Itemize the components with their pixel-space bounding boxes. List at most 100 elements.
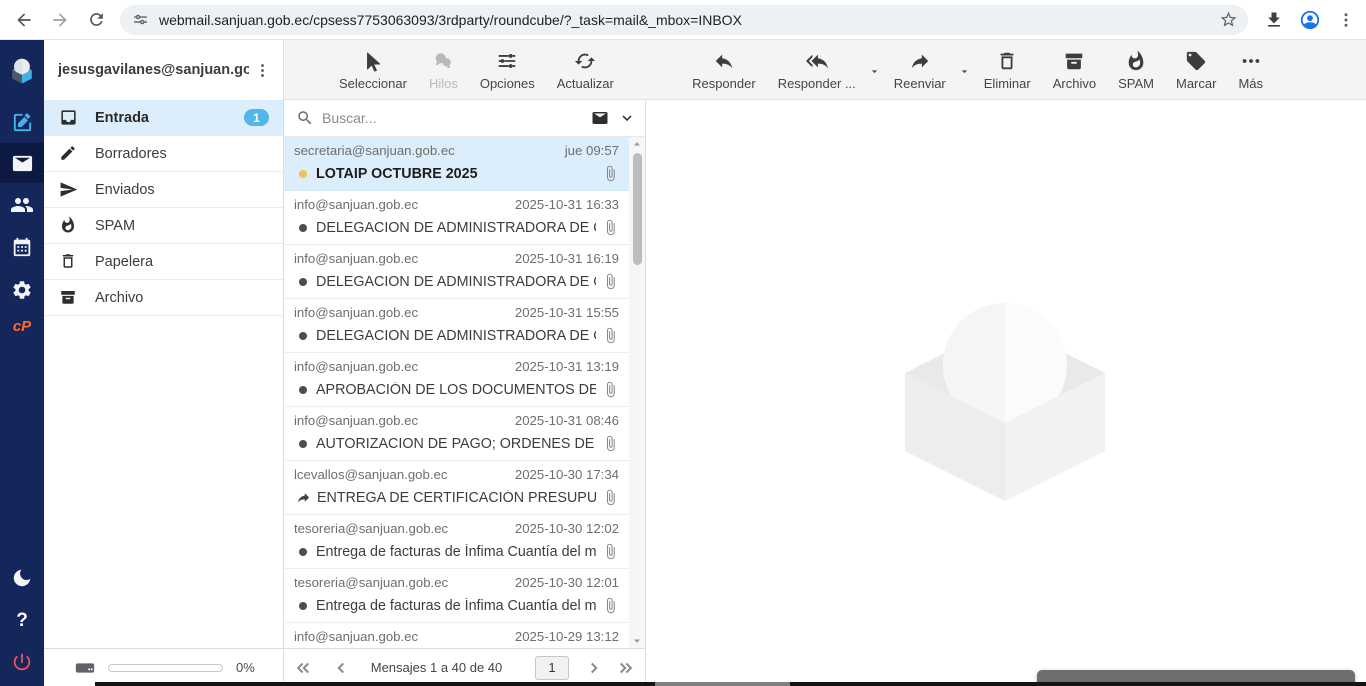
message-sender: info@sanjuan.gob.ec [294, 413, 507, 428]
refresh-button[interactable]: Actualizar [546, 40, 625, 100]
quota-bar: 0% [44, 648, 283, 686]
search-options-chevron-icon[interactable] [619, 110, 635, 126]
bookmark-star-icon[interactable] [1219, 10, 1238, 29]
trash-icon [996, 50, 1018, 72]
delete-button[interactable]: Eliminar [973, 40, 1042, 100]
message-date: 2025-10-30 12:02 [515, 521, 619, 536]
forward-icon [909, 50, 931, 72]
scroll-down-icon[interactable] [629, 634, 645, 648]
calendar-nav-icon[interactable] [0, 227, 44, 267]
message-list-item[interactable]: tesoreria@sanjuan.gob.ec 2025-10-30 12:0… [284, 515, 629, 569]
message-sender: info@sanjuan.gob.ec [294, 305, 507, 320]
app-rail: cP ? [0, 40, 44, 686]
last-page-button[interactable] [615, 657, 637, 679]
help-icon[interactable]: ? [0, 601, 44, 641]
cursor-icon [362, 50, 384, 72]
screen-edge-strip [95, 682, 1366, 686]
archive-box-icon [1063, 50, 1085, 72]
forward-dropdown-caret[interactable] [957, 40, 973, 100]
mark-button[interactable]: Marcar [1165, 40, 1227, 100]
contacts-nav-icon[interactable] [0, 185, 44, 225]
reply-button[interactable]: Responder [681, 40, 767, 100]
select-button[interactable]: Seleccionar [328, 40, 418, 100]
browser-menu-button[interactable] [1328, 2, 1364, 38]
archive-button[interactable]: Archivo [1042, 40, 1107, 100]
scroll-up-icon[interactable] [629, 137, 645, 151]
options-button[interactable]: Opciones [469, 40, 546, 100]
refresh-icon [574, 50, 596, 72]
browser-toolbar: webmail.sanjuan.gob.ec/cpsess7753063093/… [0, 0, 1366, 40]
folder-archive[interactable]: Archivo [44, 280, 283, 316]
browser-profile-button[interactable] [1292, 2, 1328, 38]
message-sender: info@sanjuan.gob.ec [294, 359, 507, 374]
first-page-button[interactable] [292, 657, 314, 679]
account-email: jesusgavilanes@sanjuan.gob.... [58, 62, 249, 78]
folder-sent[interactable]: Enviados [44, 172, 283, 208]
message-list: secretaria@sanjuan.gob.ec jue 09:57 LOTA… [284, 137, 629, 648]
message-list-item[interactable]: secretaria@sanjuan.gob.ec jue 09:57 LOTA… [284, 137, 629, 191]
pencil-icon [59, 144, 78, 163]
message-list-item[interactable]: info@sanjuan.gob.ec 2025-10-31 16:33 DEL… [284, 191, 629, 245]
settings-gear-icon[interactable] [0, 270, 44, 310]
scrollbar-thumb[interactable] [633, 153, 642, 265]
reply-all-button[interactable]: Responder ... [767, 40, 867, 100]
list-toolbar: Seleccionar Hilos Opciones Actualizar [328, 40, 625, 100]
folder-inbox[interactable]: Entrada 1 [44, 100, 283, 136]
attachment-paperclip-icon [602, 327, 619, 344]
folder-drafts[interactable]: Borradores [44, 136, 283, 172]
browser-forward-button[interactable] [42, 2, 78, 38]
logout-power-icon[interactable] [0, 642, 44, 682]
more-button[interactable]: Más [1227, 40, 1274, 100]
tag-icon [1185, 50, 1207, 72]
folder-trash[interactable]: Papelera [44, 244, 283, 280]
spam-button[interactable]: SPAM [1107, 40, 1165, 100]
message-list-item[interactable]: info@sanjuan.gob.ec 2025-10-31 08:46 AUT… [284, 407, 629, 461]
search-input[interactable] [322, 110, 589, 126]
message-list-item[interactable]: info@sanjuan.gob.ec 2025-10-31 15:55 DEL… [284, 299, 629, 353]
downloads-button[interactable] [1256, 2, 1292, 38]
cpanel-logo[interactable]: cP [0, 306, 44, 346]
message-date: 2025-10-31 15:55 [515, 305, 619, 320]
message-list-item[interactable]: info@sanjuan.gob.ec 2025-10-31 13:19 APR… [284, 353, 629, 407]
browser-back-button[interactable] [6, 2, 42, 38]
prev-page-button[interactable] [330, 657, 352, 679]
forward-button[interactable]: Reenviar [883, 40, 957, 100]
folder-sidebar: jesusgavilanes@sanjuan.gob.... Entrada 1… [44, 40, 284, 686]
browser-reload-button[interactable] [78, 2, 114, 38]
message-subject: DELEGACION DE ADMINISTRADORA DE OR... [316, 328, 596, 344]
screen: webmail.sanjuan.gob.ec/cpsess7753063093/… [0, 0, 1366, 686]
attachment-paperclip-icon [602, 489, 619, 506]
site-privacy-icon[interactable] [132, 11, 149, 28]
address-bar[interactable]: webmail.sanjuan.gob.ec/cpsess7753063093/… [120, 5, 1248, 35]
reply-all-dropdown-caret[interactable] [867, 40, 883, 100]
unread-dot [299, 332, 307, 340]
roundcube-watermark [897, 285, 1113, 506]
unread-dot [299, 386, 307, 394]
unread-dot [299, 170, 307, 178]
message-list-item[interactable]: info@sanjuan.gob.ec 2025-10-29 13:12 [284, 623, 629, 648]
message-subject: Entrega de facturas de Ínfima Cuantía de… [316, 598, 596, 614]
message-date: jue 09:57 [565, 143, 619, 158]
attachment-paperclip-icon [602, 597, 619, 614]
message-list-item[interactable]: info@sanjuan.gob.ec 2025-10-31 16:19 DEL… [284, 245, 629, 299]
message-list-scrollbar[interactable] [629, 137, 645, 648]
url-text[interactable]: webmail.sanjuan.gob.ec/cpsess7753063093/… [159, 12, 1219, 28]
next-page-button[interactable] [583, 657, 605, 679]
message-date: 2025-10-31 13:19 [515, 359, 619, 374]
page-number-input[interactable] [535, 656, 569, 680]
message-list-item[interactable]: lcevallos@sanjuan.gob.ec 2025-10-30 17:3… [284, 461, 629, 515]
account-menu-icon[interactable] [249, 57, 275, 83]
dark-mode-moon-icon[interactable] [0, 558, 44, 598]
compose-icon[interactable] [0, 102, 44, 142]
search-scope-envelope-icon[interactable] [589, 109, 611, 127]
folder-spam[interactable]: SPAM [44, 208, 283, 244]
message-subject: DELEGACION DE ADMINISTRADORA DE OR... [316, 274, 596, 290]
message-date: 2025-10-31 16:33 [515, 197, 619, 212]
threads-button[interactable]: Hilos [418, 40, 469, 100]
attachment-paperclip-icon [602, 219, 619, 236]
message-subject: LOTAIP OCTUBRE 2025 [316, 166, 596, 182]
message-list-item[interactable]: tesoreria@sanjuan.gob.ec 2025-10-30 12:0… [284, 569, 629, 623]
sliders-icon [496, 50, 518, 72]
mail-nav-icon[interactable] [0, 143, 44, 183]
paper-plane-icon [59, 180, 78, 199]
